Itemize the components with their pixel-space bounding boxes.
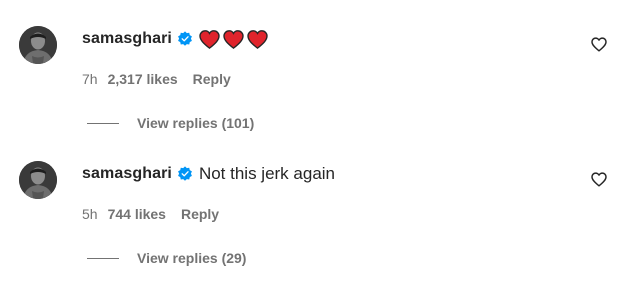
- verified-badge-icon: [177, 166, 193, 182]
- username[interactable]: samasghari: [82, 165, 172, 183]
- heart-outline-icon[interactable]: [591, 172, 607, 187]
- view-replies-label: View replies (29): [137, 250, 247, 266]
- view-replies-button[interactable]: View replies (29): [87, 249, 246, 267]
- red-heart-icon: [247, 29, 268, 49]
- comment-header: samasghari Not this jerk again: [82, 162, 335, 186]
- comment-emoji: [199, 29, 268, 49]
- comment-text: Not this jerk again: [198, 164, 336, 183]
- red-heart-icon: [199, 29, 220, 49]
- like-count[interactable]: 2,317 likes: [108, 71, 178, 87]
- avatar[interactable]: [19, 161, 57, 199]
- reply-button[interactable]: Reply: [193, 71, 231, 87]
- replies-divider: [87, 122, 119, 124]
- comment-time: 5h: [82, 206, 98, 222]
- reply-button[interactable]: Reply: [181, 206, 219, 222]
- comment-header: samasghari: [82, 27, 268, 51]
- view-replies-label: View replies (101): [137, 115, 255, 131]
- heart-outline-icon[interactable]: [591, 37, 607, 52]
- comment-meta: 5h 744 likes Reply: [82, 205, 219, 223]
- comment-meta: 7h 2,317 likes Reply: [82, 70, 231, 88]
- avatar[interactable]: [19, 26, 57, 64]
- comment-time: 7h: [82, 71, 98, 87]
- username[interactable]: samasghari: [82, 30, 172, 48]
- view-replies-button[interactable]: View replies (101): [87, 114, 254, 132]
- red-heart-icon: [223, 29, 244, 49]
- verified-badge-icon: [177, 31, 193, 47]
- like-count[interactable]: 744 likes: [108, 206, 166, 222]
- replies-divider: [87, 257, 119, 259]
